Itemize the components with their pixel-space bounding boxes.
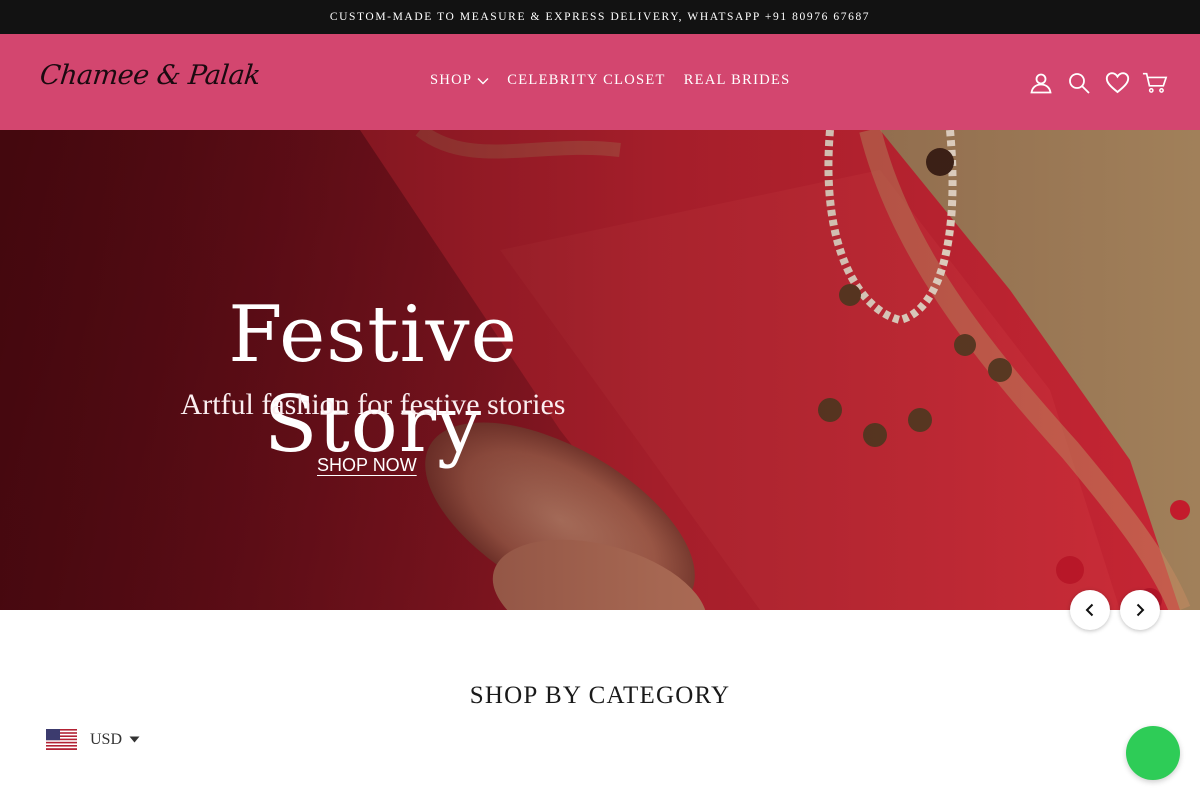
header-icons [1028, 70, 1168, 96]
chevron-right-icon [1136, 603, 1145, 617]
main-nav: SHOP CELEBRITY CLOSET REAL BRIDES [430, 72, 791, 89]
announcement-bar: CUSTOM-MADE TO MEASURE & EXPRESS DELIVER… [0, 0, 1200, 34]
chevron-left-icon [1085, 603, 1094, 617]
nav-item-real-brides[interactable]: REAL BRIDES [684, 72, 791, 89]
slider-prev-button[interactable] [1070, 590, 1110, 630]
nav-item-shop[interactable]: SHOP [430, 72, 489, 89]
hero-subtitle: Artful fashion for festive stories [180, 388, 566, 421]
slider-next-button[interactable] [1120, 590, 1160, 630]
cart-button[interactable] [1142, 70, 1168, 96]
cart-icon [1142, 72, 1168, 93]
announcement-text: CUSTOM-MADE TO MEASURE & EXPRESS DELIVER… [329, 11, 871, 23]
nav-item-label: REAL BRIDES [683, 72, 791, 88]
hero-title: Festive Story [228, 290, 518, 470]
shop-now-link[interactable]: SHOP NOW [317, 455, 417, 476]
nav-item-label: CELEBRITY CLOSET [507, 72, 666, 88]
caret-down-icon [129, 736, 140, 743]
search-button[interactable] [1066, 70, 1092, 96]
currency-code: USD [90, 730, 123, 748]
nav-item-label: SHOP [430, 72, 473, 88]
hero-banner[interactable]: Festive Story Artful fashion for festive… [0, 130, 1200, 610]
section-title: SHOP BY CATEGORY [469, 682, 731, 709]
account-button[interactable] [1028, 70, 1054, 96]
wishlist-button[interactable] [1104, 70, 1130, 96]
search-icon [1069, 73, 1090, 94]
wishlist-heart-icon [1105, 72, 1129, 94]
brand-logo[interactable]: Chamee & Palak [38, 60, 261, 91]
site-header: Chamee & Palak SHOP CELEBRITY CLOSET REA… [0, 34, 1200, 130]
nav-item-celebrity-closet[interactable]: CELEBRITY CLOSET [507, 72, 665, 89]
us-flag-icon [46, 729, 77, 750]
account-icon [1030, 73, 1052, 94]
chevron-down-icon [477, 77, 489, 84]
currency-selector[interactable]: USD [46, 729, 140, 750]
chat-button[interactable] [1126, 726, 1180, 780]
